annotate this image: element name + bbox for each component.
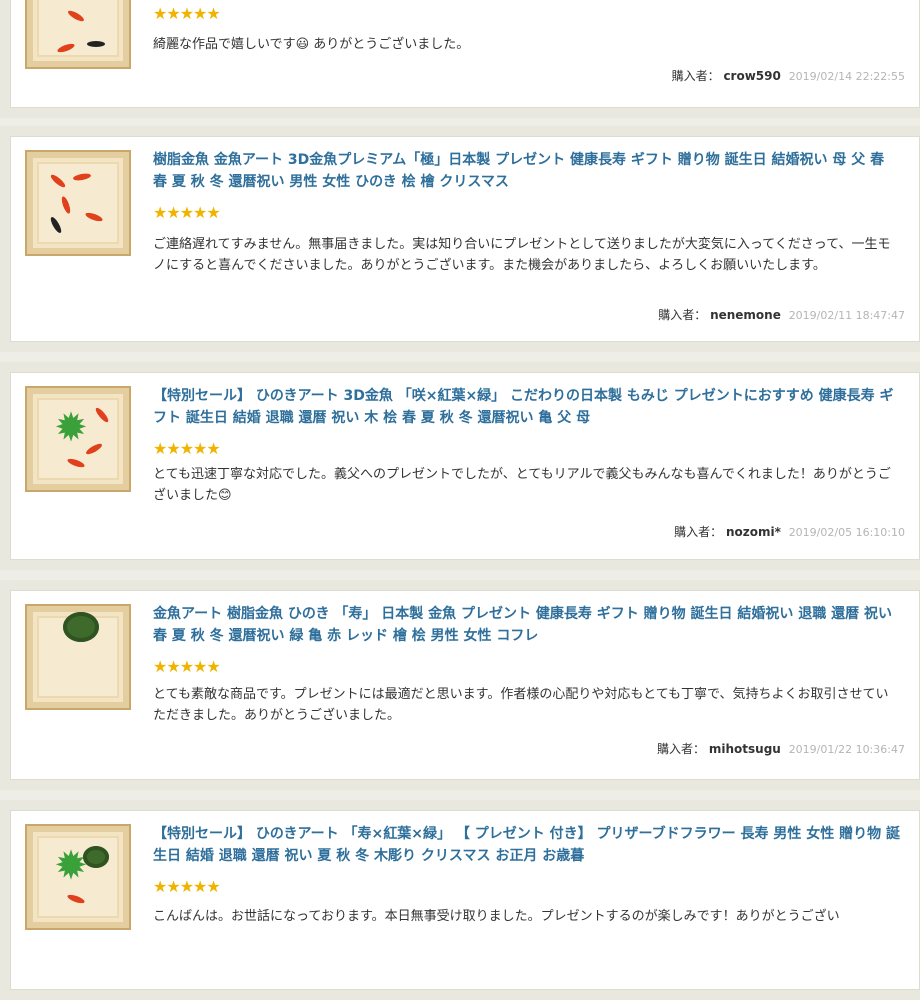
review-body: 綺麗な作品で嬉しいです😃 ありがとうございました。 (153, 37, 470, 52)
review-date: 2019/01/22 10:36:47 (788, 743, 905, 756)
rating-stars: ★★★★★ (153, 877, 221, 896)
product-thumbnail[interactable] (25, 0, 131, 69)
review-card: 樹脂金魚 金魚アート 3D金魚プレミアム「極」日本製 プレゼント 健康長寿 ギフ… (0, 126, 920, 352)
buyer-label: 購入者： (674, 525, 723, 539)
rating-stars: ★★★★★ (153, 657, 221, 676)
review-card: ✹ 【特別セール】 ひのきアート 「寿×紅葉×緑」 【 プレゼント 付き】 プリ… (0, 800, 920, 1000)
product-title-link[interactable]: 樹脂金魚 金魚アート 3D金魚プレミアム「極」日本製 プレゼント 健康長寿 ギフ… (153, 149, 901, 193)
rating-stars: ★★★★★ (153, 4, 221, 23)
review-card: ★★★★★ 綺麗な作品で嬉しいです😃 ありがとうございました。 購入者： cro… (0, 0, 920, 118)
review-card-inner: ✹ 【特別セール】 ひのきアート 3D金魚 「咲×紅葉×緑」 こだわりの日本製 … (10, 372, 920, 560)
product-thumbnail[interactable] (25, 150, 131, 256)
review-body: こんばんは。お世話になっております。本日無事受け取りました。プレゼントするのが楽… (153, 909, 840, 924)
product-thumbnail[interactable]: ✹ (25, 824, 131, 930)
maple-leaf-icon: ✹ (54, 405, 88, 451)
review-body: とても素敵な商品です。プレゼントには最適だと思います。作者様の心配りや対応もとて… (153, 687, 889, 723)
buyer-info: 購入者： mihotsugu 2019/01/22 10:36:47 (657, 740, 905, 757)
rating-stars: ★★★★★ (153, 203, 221, 222)
buyer-label: 購入者： (671, 69, 720, 83)
turtle-icon (63, 612, 99, 642)
thumbnail-water (39, 0, 117, 55)
review-date: 2019/02/11 18:47:47 (788, 309, 905, 322)
review-card: ✹ 【特別セール】 ひのきアート 3D金魚 「咲×紅葉×緑」 こだわりの日本製 … (0, 362, 920, 570)
buyer-name[interactable]: nozomi* (726, 525, 781, 539)
buyer-name[interactable]: nenemone (710, 308, 781, 322)
review-card-inner: ★★★★★ 綺麗な作品で嬉しいです😃 ありがとうございました。 購入者： cro… (10, 0, 920, 108)
buyer-info: 購入者： crow590 2019/02/14 22:22:55 (672, 67, 905, 84)
review-card-inner: ✹ 【特別セール】 ひのきアート 「寿×紅葉×緑」 【 プレゼント 付き】 プリ… (10, 810, 920, 990)
product-title-link[interactable]: 【特別セール】 ひのきアート 3D金魚 「咲×紅葉×緑」 こだわりの日本製 もみ… (153, 385, 901, 429)
buyer-info: 購入者： nenemone 2019/02/11 18:47:47 (658, 306, 905, 323)
buyer-info: 購入者： nozomi* 2019/02/05 16:10:10 (674, 523, 905, 540)
buyer-label: 購入者： (658, 308, 707, 322)
review-body: ご連絡遅れてすみません。無事届きました。実は知り合いにプレゼントとして送りました… (153, 237, 891, 273)
review-date: 2019/02/05 16:10:10 (788, 526, 905, 539)
black-fish-icon (87, 41, 105, 47)
product-thumbnail[interactable]: ✹ (25, 386, 131, 492)
review-card: 金魚アート 樹脂金魚 ひのき 「寿」 日本製 金魚 プレゼント 健康長寿 ギフト… (0, 580, 920, 790)
product-title-link[interactable]: 【特別セール】 ひのきアート 「寿×紅葉×緑」 【 プレゼント 付き】 プリザー… (153, 823, 901, 867)
review-date: 2019/02/14 22:22:55 (788, 70, 905, 83)
buyer-name[interactable]: crow590 (723, 69, 780, 83)
buyer-label: 購入者： (657, 742, 706, 756)
product-title-link[interactable]: 金魚アート 樹脂金魚 ひのき 「寿」 日本製 金魚 プレゼント 健康長寿 ギフト… (153, 603, 901, 647)
turtle-icon (83, 846, 109, 868)
product-thumbnail[interactable] (25, 604, 131, 710)
review-card-inner: 金魚アート 樹脂金魚 ひのき 「寿」 日本製 金魚 プレゼント 健康長寿 ギフト… (10, 590, 920, 780)
buyer-name[interactable]: mihotsugu (709, 742, 781, 756)
review-body: とても迅速丁寧な対応でした。義父へのプレゼントでしたが、とてもリアルで義父もみん… (153, 467, 891, 503)
review-card-inner: 樹脂金魚 金魚アート 3D金魚プレミアム「極」日本製 プレゼント 健康長寿 ギフ… (10, 136, 920, 342)
rating-stars: ★★★★★ (153, 439, 221, 458)
